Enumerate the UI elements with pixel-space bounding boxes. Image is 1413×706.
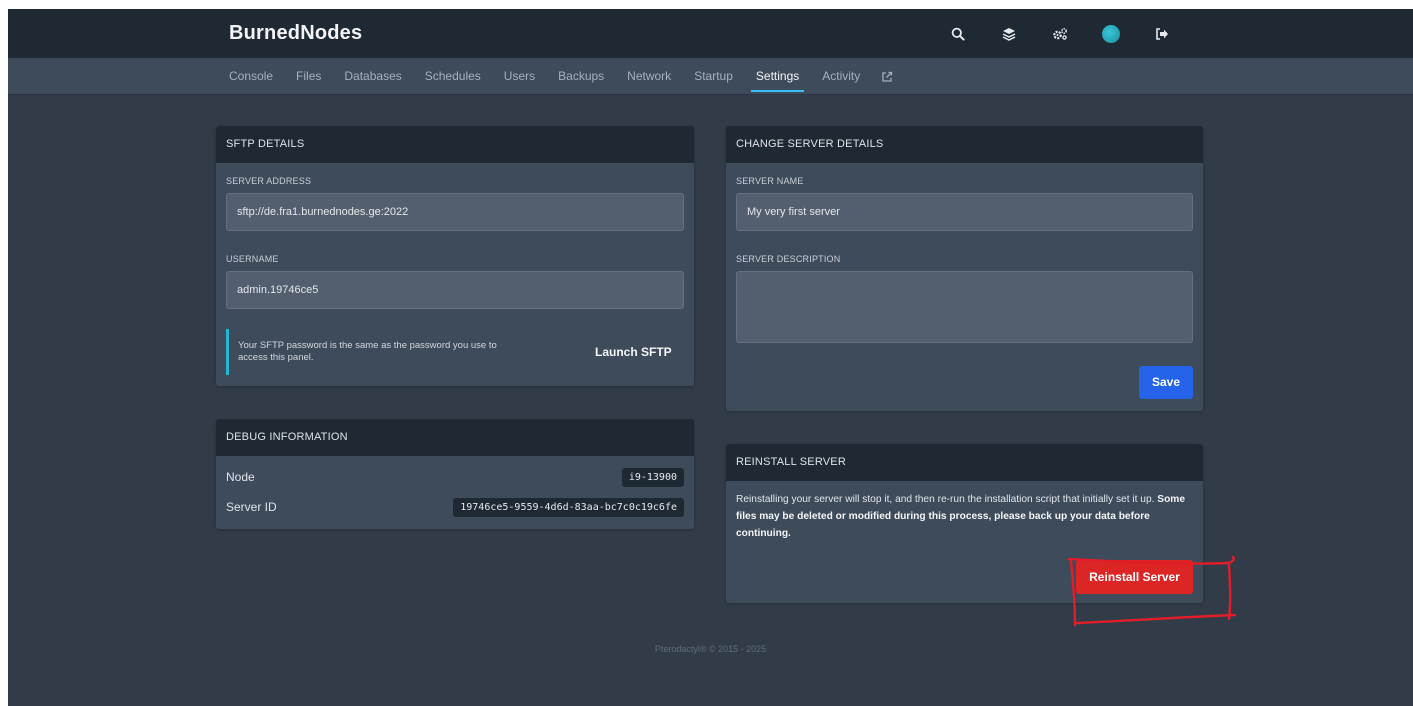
username-input[interactable]: admin.19746ce5 <box>226 271 684 309</box>
tab-databases[interactable]: Databases <box>334 58 411 95</box>
tab-activity[interactable]: Activity <box>812 58 870 95</box>
server-address-label: SERVER ADDRESS <box>226 176 312 186</box>
layers-icon[interactable] <box>995 20 1023 48</box>
debug-key: Server ID <box>226 500 277 514</box>
server-name-label: SERVER NAME <box>736 176 804 186</box>
reinstall-server-button[interactable]: Reinstall Server <box>1076 560 1193 594</box>
tab-console[interactable]: Console <box>219 58 283 95</box>
debug-information-title: DEBUG INFORMATION <box>216 419 694 456</box>
tab-settings[interactable]: Settings <box>746 58 809 95</box>
debug-row-node: Node i9-13900 <box>226 465 684 489</box>
avatar[interactable] <box>1097 20 1125 48</box>
sftp-password-notice-text: Your SFTP password is the same as the pa… <box>238 340 497 363</box>
sftp-details-panel: SFTP DETAILS SERVER ADDRESS sftp://de.fr… <box>216 126 694 386</box>
reinstall-warning: Reinstalling your server will stop it, a… <box>736 491 1191 542</box>
debug-key: Node <box>226 470 255 484</box>
sub-navigation: Console Files Databases Schedules Users … <box>8 58 1413 95</box>
tab-startup[interactable]: Startup <box>684 58 743 95</box>
change-server-details-panel: CHANGE SERVER DETAILS SERVER NAME My ver… <box>726 126 1203 411</box>
top-icons <box>944 20 1199 48</box>
logout-icon[interactable] <box>1148 20 1176 48</box>
tab-schedules[interactable]: Schedules <box>415 58 491 95</box>
node-value: i9-13900 <box>621 467 684 487</box>
nav-tabs: Console Files Databases Schedules Users … <box>219 58 901 95</box>
cogs-icon[interactable] <box>1046 20 1074 48</box>
reinstall-server-panel: REINSTALL SERVER Reinstalling your serve… <box>726 444 1203 603</box>
username-label: USERNAME <box>226 254 279 264</box>
debug-row-server-id: Server ID 19746ce5-9559-4d6d-83aa-bc7c0c… <box>226 495 684 519</box>
search-icon[interactable] <box>944 20 972 48</box>
tab-backups[interactable]: Backups <box>548 58 614 95</box>
reinstall-warning-text: Reinstalling your server will stop it, a… <box>736 494 1158 505</box>
server-name-input[interactable]: My very first server <box>736 193 1193 231</box>
save-button[interactable]: Save <box>1139 366 1193 399</box>
launch-sftp-button[interactable]: Launch SFTP <box>595 345 672 359</box>
server-address-input[interactable]: sftp://de.fra1.burnednodes.ge:2022 <box>226 193 684 231</box>
change-server-details-title: CHANGE SERVER DETAILS <box>726 126 1203 163</box>
brand-logo[interactable]: BurnedNodes <box>229 22 362 45</box>
external-link-icon[interactable] <box>873 58 901 95</box>
tab-users[interactable]: Users <box>494 58 545 95</box>
footer: Pterodactyl® © 2015 - 2025 <box>654 644 767 654</box>
top-bar: BurnedNodes <box>8 9 1413 58</box>
reinstall-server-title: REINSTALL SERVER <box>726 444 1203 481</box>
tab-network[interactable]: Network <box>617 58 681 95</box>
server-description-textarea[interactable] <box>736 271 1193 343</box>
server-description-label: SERVER DESCRIPTION <box>736 254 841 264</box>
sftp-details-title: SFTP DETAILS <box>216 126 694 163</box>
app-frame: BurnedNodes Console Files Databases Sche… <box>8 9 1413 706</box>
sftp-password-notice: Your SFTP password is the same as the pa… <box>226 329 526 375</box>
avatar-image <box>1102 25 1120 43</box>
server-id-value: 19746ce5-9559-4d6d-83aa-bc7c0c19c6fe <box>453 497 684 517</box>
debug-information-panel: DEBUG INFORMATION Node i9-13900 Server I… <box>216 419 694 529</box>
tab-files[interactable]: Files <box>286 58 331 95</box>
